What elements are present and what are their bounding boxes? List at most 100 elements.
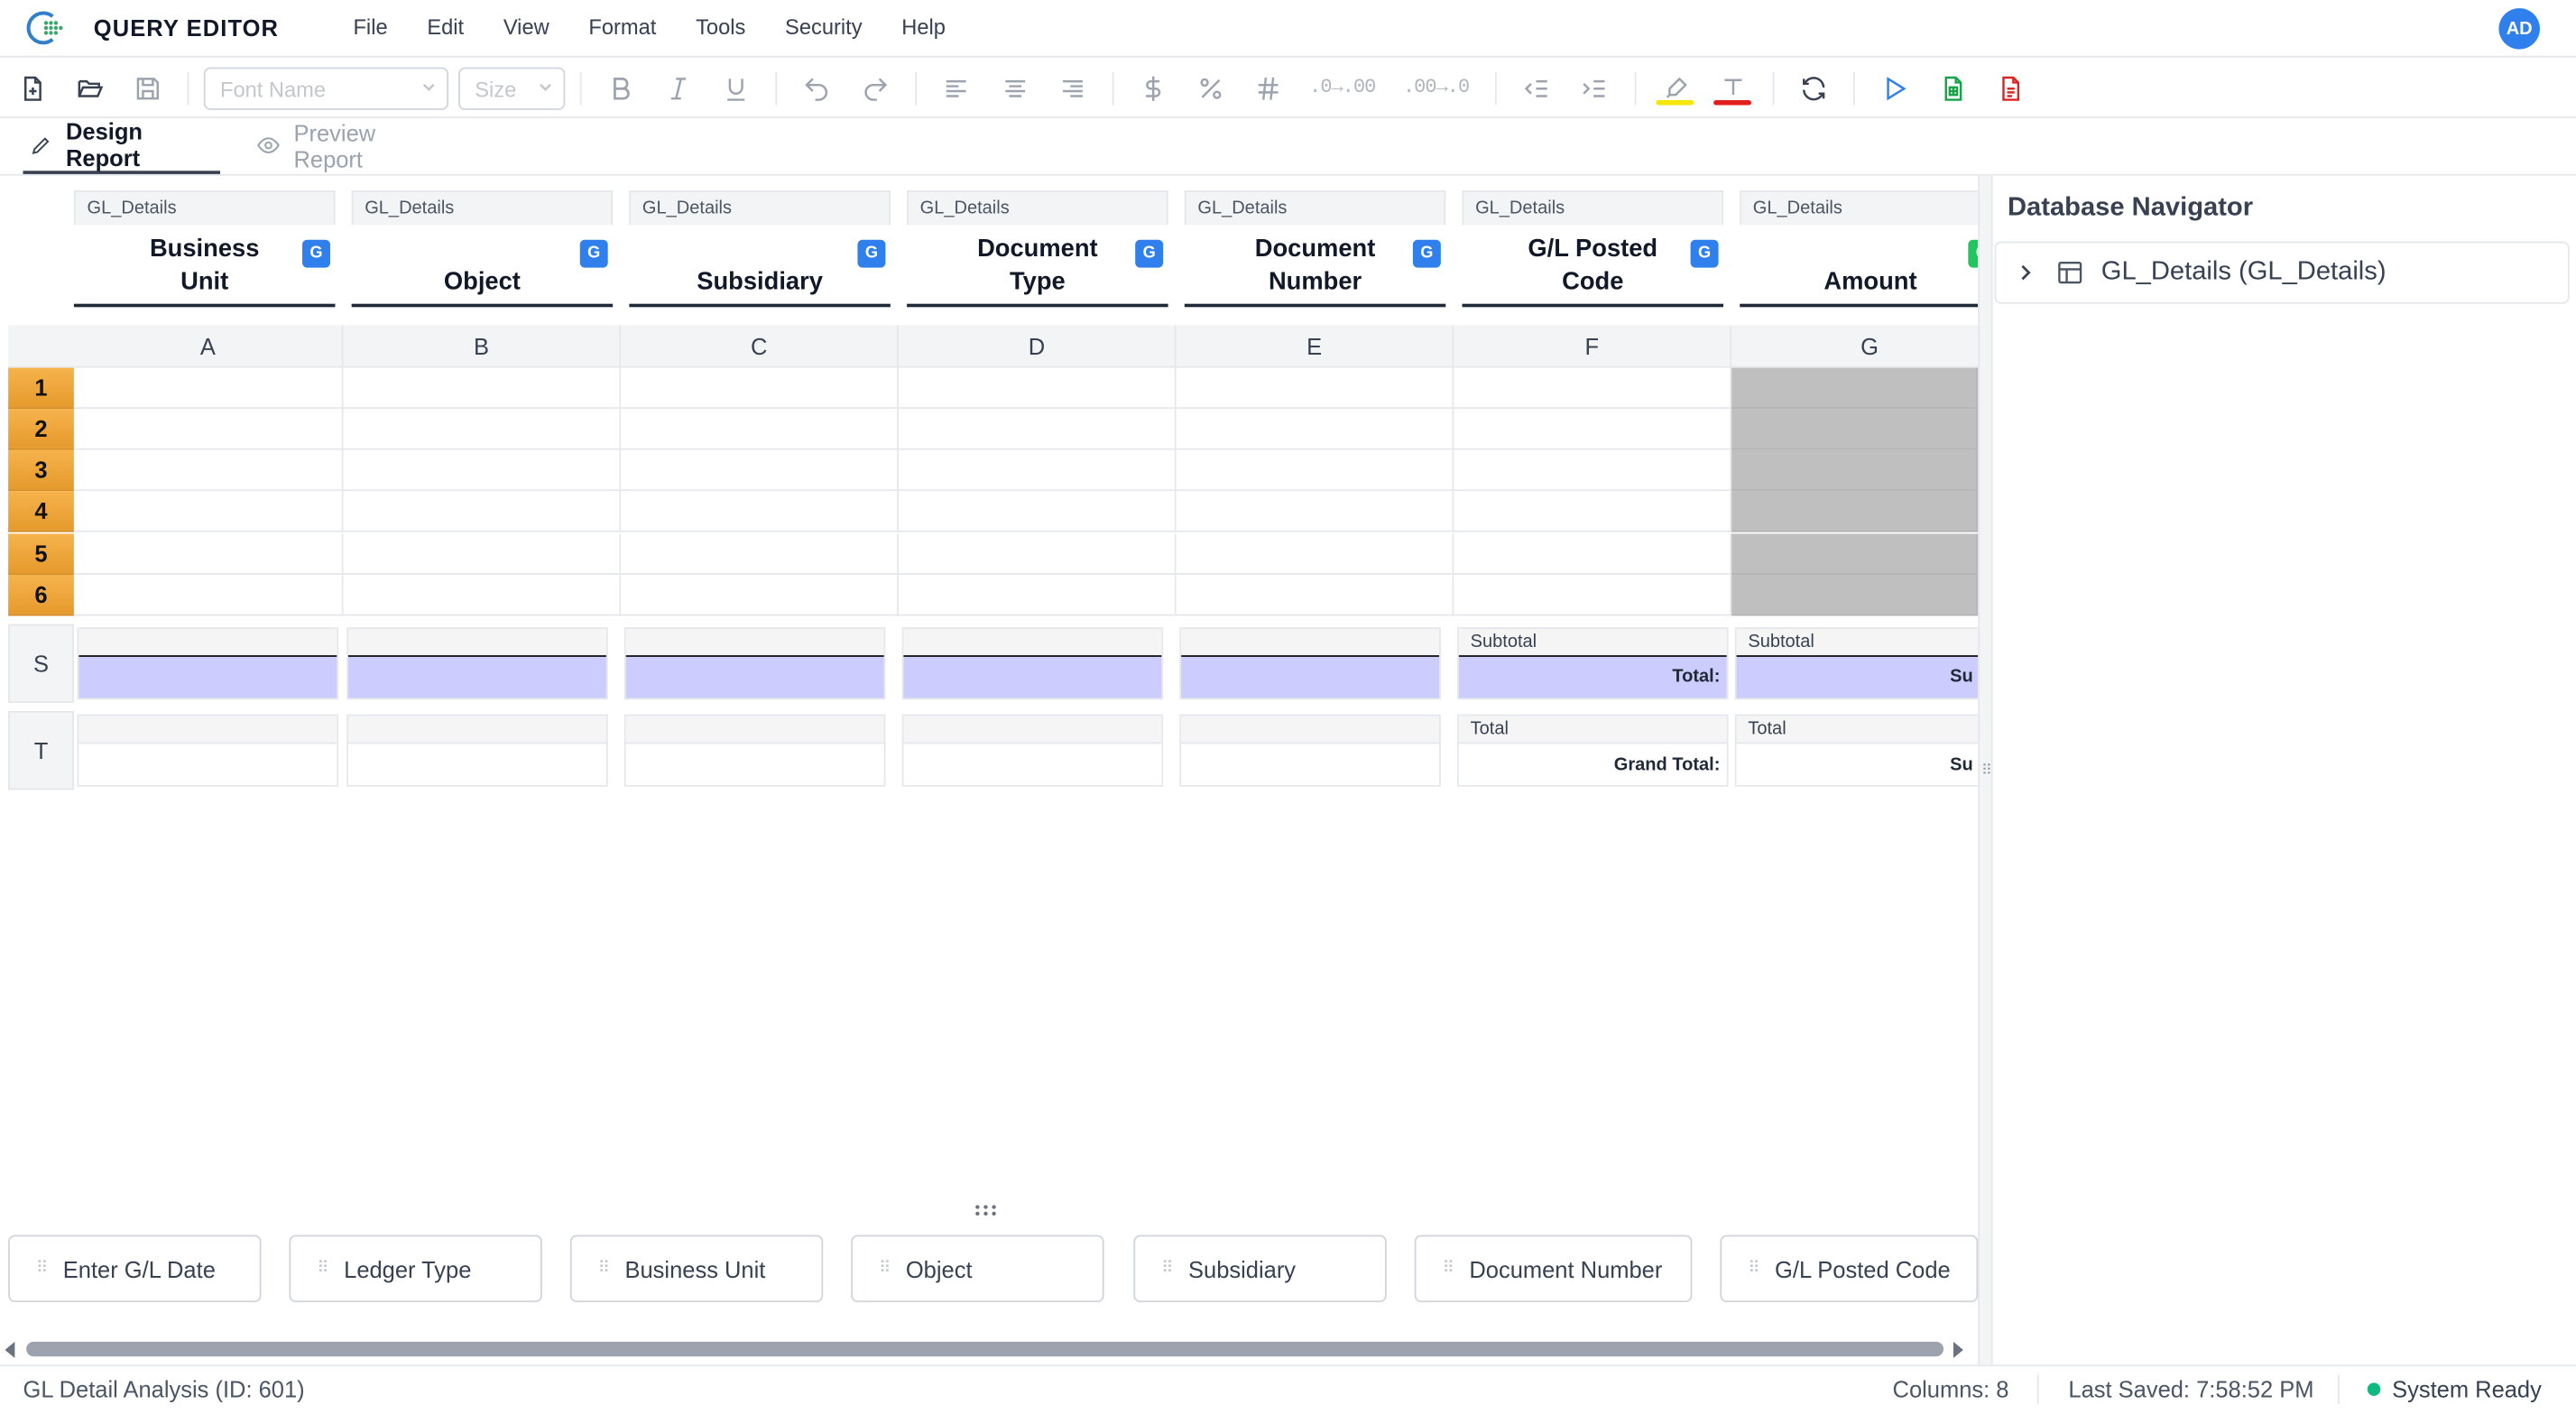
group-badge[interactable]: G <box>1135 239 1164 268</box>
filter-chip[interactable]: ⠿ Document Number <box>1414 1234 1693 1303</box>
grid-cell[interactable] <box>1176 367 1454 410</box>
total-cell[interactable]: Total Grand Total: <box>1457 714 1729 787</box>
redo-button[interactable] <box>859 60 891 119</box>
menu-file[interactable]: File <box>353 14 387 39</box>
tab-preview-report[interactable]: Preview Report <box>250 118 456 172</box>
open-folder-button[interactable] <box>74 60 106 119</box>
column-letter-e[interactable]: E <box>1176 325 1454 368</box>
grid-cell[interactable] <box>1454 533 1732 575</box>
user-avatar[interactable]: AD <box>2498 8 2540 50</box>
panel-resize-handle[interactable]: ⠿ <box>1978 175 1993 1365</box>
total-cell[interactable]: Total Su <box>1734 714 1979 787</box>
filter-chip[interactable]: ⠿ Ledger Type <box>289 1234 542 1303</box>
grid-cell[interactable] <box>73 574 344 616</box>
group-badge[interactable]: G <box>1690 239 1719 268</box>
grid-cell[interactable] <box>343 491 622 532</box>
grid-cell[interactable] <box>343 409 622 450</box>
row-number[interactable]: 4 <box>8 491 74 532</box>
underline-button[interactable] <box>720 60 752 119</box>
column-header-card[interactable]: GL_Details Amount G <box>1740 190 1979 308</box>
grid-cell[interactable] <box>1454 409 1732 450</box>
grid-cell[interactable] <box>1454 574 1732 616</box>
grid-cell[interactable] <box>73 367 344 410</box>
align-center-button[interactable] <box>999 60 1031 119</box>
grid-cell[interactable] <box>1176 533 1454 575</box>
filter-chip[interactable]: ⠿ G/L Posted Code <box>1720 1234 1979 1303</box>
bold-button[interactable] <box>605 60 637 119</box>
column-letter-d[interactable]: D <box>898 325 1177 368</box>
total-cell[interactable] <box>901 714 1164 787</box>
subtotal-cell[interactable] <box>623 627 886 700</box>
total-cell[interactable] <box>346 714 608 787</box>
row-number[interactable]: 2 <box>8 409 74 450</box>
horizontal-scrollbar[interactable] <box>0 1336 1978 1363</box>
grid-cell[interactable] <box>621 367 899 410</box>
grid-cell[interactable] <box>898 533 1177 575</box>
column-header-card[interactable]: GL_Details Document Number G <box>1184 190 1446 308</box>
column-header-card[interactable]: GL_Details Object G <box>351 190 614 308</box>
grid-cell[interactable] <box>621 449 899 492</box>
subtotal-cell[interactable] <box>77 627 339 700</box>
grid-cell[interactable] <box>1731 409 1979 450</box>
group-badge[interactable]: G <box>857 239 886 268</box>
filter-chip[interactable]: ⠿ Business Unit <box>569 1234 824 1303</box>
grid-cell[interactable] <box>343 574 622 616</box>
grid-cell[interactable] <box>1176 409 1454 450</box>
scroll-left-arrow-icon[interactable] <box>5 1341 15 1359</box>
grid-cell[interactable] <box>898 491 1177 532</box>
save-button[interactable] <box>132 60 164 119</box>
grid-cell[interactable] <box>621 409 899 450</box>
grid-cell[interactable] <box>1454 367 1732 410</box>
total-cell[interactable] <box>77 714 339 787</box>
row-number[interactable]: 3 <box>8 449 74 492</box>
grid-cell[interactable] <box>898 449 1177 492</box>
undo-button[interactable] <box>800 60 833 119</box>
column-header-card[interactable]: GL_Details G/L Posted Code G <box>1462 190 1724 308</box>
grid-cell[interactable] <box>621 533 899 575</box>
subtotal-cell[interactable]: Subtotal Su <box>1734 627 1979 700</box>
menu-view[interactable]: View <box>503 14 549 39</box>
column-letter-g[interactable]: G <box>1731 325 1979 368</box>
grid-cell[interactable] <box>1176 574 1454 616</box>
currency-format-button[interactable] <box>1137 60 1169 119</box>
column-header-card[interactable]: GL_Details Business Unit G <box>73 190 336 308</box>
grid-cell[interactable] <box>621 491 899 532</box>
navigator-item[interactable]: GL_Details (GL_Details) <box>1994 241 2570 304</box>
menu-format[interactable]: Format <box>588 14 656 39</box>
align-right-button[interactable] <box>1057 60 1089 119</box>
grid-cell[interactable] <box>343 449 622 492</box>
outdent-button[interactable] <box>1519 60 1552 119</box>
filter-chip[interactable]: ⠿ Object <box>851 1234 1104 1303</box>
indent-button[interactable] <box>1577 60 1610 119</box>
subtotal-cell[interactable] <box>346 627 608 700</box>
new-file-button[interactable] <box>16 60 49 119</box>
number-format-button[interactable] <box>1251 60 1284 119</box>
column-letter-f[interactable]: F <box>1454 325 1732 368</box>
tab-design-report[interactable]: Design Report <box>23 118 220 174</box>
menu-tools[interactable]: Tools <box>696 14 745 39</box>
row-number[interactable]: 6 <box>8 574 74 616</box>
column-header-card[interactable]: GL_Details Subsidiary G <box>629 190 891 308</box>
menu-help[interactable]: Help <box>901 14 946 39</box>
row-number[interactable]: 5 <box>8 533 74 575</box>
grid-cell[interactable] <box>1176 449 1454 492</box>
grid-cell[interactable] <box>73 409 344 450</box>
filter-chip[interactable]: ⠿ Subsidiary <box>1133 1234 1387 1303</box>
grid-cell[interactable] <box>1731 533 1979 575</box>
grid-cell[interactable] <box>1454 491 1732 532</box>
refresh-button[interactable] <box>1797 60 1830 119</box>
group-badge[interactable]: G <box>302 239 330 268</box>
italic-button[interactable] <box>662 60 695 119</box>
grid-cell[interactable] <box>1731 574 1979 616</box>
column-letter-c[interactable]: C <box>621 325 899 368</box>
menu-security[interactable]: Security <box>785 14 863 39</box>
export-excel-button[interactable] <box>1937 60 1970 119</box>
panel-splitter[interactable] <box>0 1200 1978 1216</box>
subtotal-cell[interactable]: Subtotal Total: <box>1457 627 1729 700</box>
group-badge[interactable]: G <box>579 239 608 268</box>
total-cell[interactable] <box>1179 714 1441 787</box>
grid-cell[interactable] <box>343 533 622 575</box>
grid-cell[interactable] <box>898 574 1177 616</box>
grid-cell[interactable] <box>1731 367 1979 410</box>
subtotal-cell[interactable] <box>1179 627 1441 700</box>
